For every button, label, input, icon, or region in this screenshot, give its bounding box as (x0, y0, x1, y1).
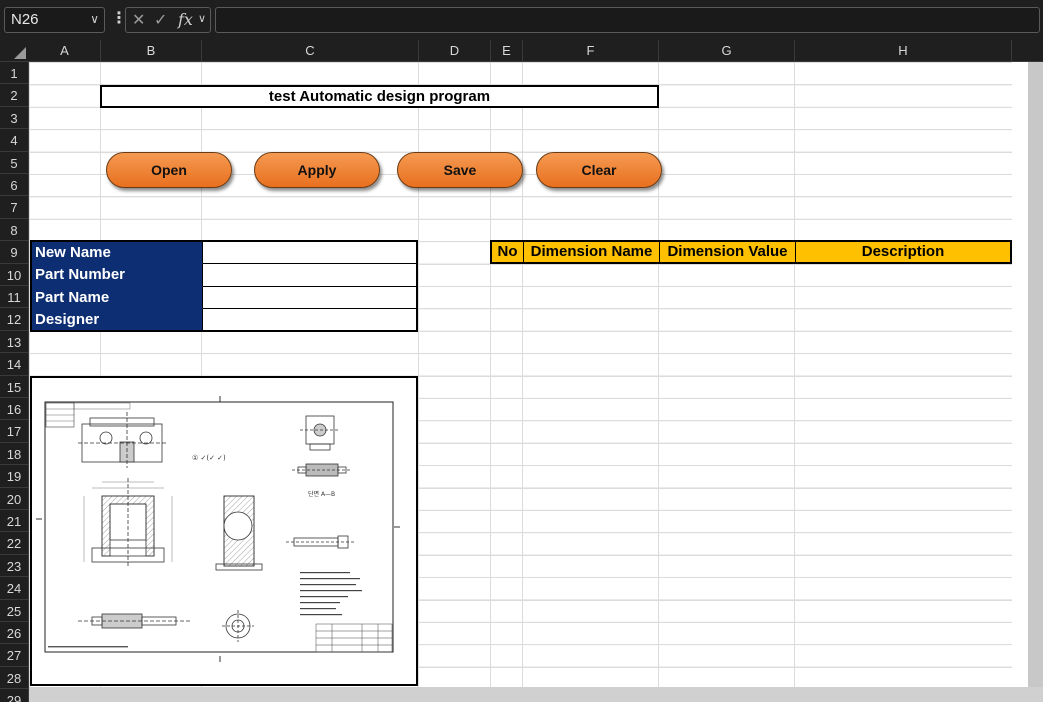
row-header-18[interactable]: 18 (0, 443, 28, 466)
section-label: 단면 A—B (308, 490, 335, 498)
page-title: test Automatic design program (100, 85, 659, 108)
gridline (29, 196, 1012, 198)
clear-button[interactable]: Clear (536, 152, 662, 188)
formula-controls: ✕ ✓ fx ∨ (125, 7, 211, 33)
part-number-label: Part Number (30, 263, 203, 287)
row-header-12[interactable]: 12 (0, 308, 28, 331)
part-name-label: Part Name (30, 285, 203, 309)
column-header-c[interactable]: C (202, 40, 419, 62)
column-header-a[interactable]: A (29, 40, 101, 62)
row-header-26[interactable]: 26 (0, 622, 28, 645)
dimension-table-header: No Dimension Name Dimension Value Descri… (490, 240, 1012, 264)
column-header-dimension-value: Dimension Value (660, 242, 796, 262)
row-headers: 1 2 3 4 5 6 7 8 9 10 11 12 13 14 15 16 17 18 19 20 21 22 23 24 2… (0, 62, 29, 702)
row-header-6[interactable]: 6 (0, 174, 28, 197)
new-name-label: New Name (30, 240, 203, 264)
part-info-table: New Name Part Number Part Name Designer (30, 240, 418, 332)
name-box[interactable]: N26 ∨ (4, 7, 105, 33)
formula-input[interactable] (215, 7, 1040, 33)
row-header-25[interactable]: 25 (0, 600, 28, 622)
row-header-7[interactable]: 7 (0, 196, 28, 219)
vertical-scrollbar[interactable] (1012, 62, 1043, 687)
part-number-field[interactable] (201, 263, 418, 287)
gridline (29, 353, 1012, 355)
row-header-9[interactable]: 9 (0, 241, 28, 264)
formula-bar: N26 ∨ ⋮ ✕ ✓ fx ∨ (0, 0, 1043, 40)
chevron-down-icon[interactable]: ∨ (198, 12, 206, 25)
confirm-icon[interactable]: ✓ (154, 10, 167, 30)
technical-drawing: ① ✓(✓ ✓) 단면 A—B (32, 378, 416, 684)
row-header-28[interactable]: 28 (0, 667, 28, 690)
row-header-17[interactable]: 17 (0, 420, 28, 443)
column-header-f[interactable]: F (523, 40, 659, 62)
function-icon[interactable]: fx (178, 10, 193, 29)
row-header-11[interactable]: 11 (0, 286, 28, 309)
row-header-22[interactable]: 22 (0, 532, 28, 555)
select-all-icon[interactable] (0, 40, 29, 62)
column-header-d[interactable]: D (419, 40, 491, 62)
row-header-15[interactable]: 15 (0, 376, 28, 398)
row-header-10[interactable]: 10 (0, 264, 28, 286)
row-header-23[interactable]: 23 (0, 555, 28, 578)
row-header-21[interactable]: 21 (0, 510, 28, 533)
gridline (29, 129, 1012, 131)
row-header-13[interactable]: 13 (0, 331, 28, 354)
apply-button[interactable]: Apply (254, 152, 380, 188)
worksheet-grid[interactable]: test Automatic design program Open Apply… (29, 62, 1012, 687)
row-header-8[interactable]: 8 (0, 219, 28, 242)
new-name-field[interactable] (201, 240, 418, 264)
chevron-down-icon[interactable]: ∨ (90, 12, 99, 26)
row-header-24[interactable]: 24 (0, 577, 28, 600)
designer-label: Designer (30, 308, 203, 332)
name-box-value: N26 (11, 11, 39, 28)
column-header-dimension-name: Dimension Name (524, 242, 660, 262)
row-header-29[interactable]: 29 (0, 689, 28, 702)
column-headers: A B C D E F G H (0, 40, 1043, 62)
column-header-b[interactable]: B (101, 40, 202, 62)
row-header-3[interactable]: 3 (0, 107, 28, 130)
column-header-description: Description (861, 243, 945, 260)
row-header-4[interactable]: 4 (0, 129, 28, 152)
row-header-19[interactable]: 19 (0, 465, 28, 488)
row-header-5[interactable]: 5 (0, 152, 28, 174)
column-header-no: No (492, 242, 524, 262)
gridline (29, 218, 1012, 220)
column-header-h[interactable]: H (795, 40, 1012, 62)
part-drawing-image[interactable]: ① ✓(✓ ✓) 단면 A—B (30, 376, 418, 686)
row-header-14[interactable]: 14 (0, 353, 28, 376)
open-button[interactable]: Open (106, 152, 232, 188)
row-header-1[interactable]: 1 (0, 62, 28, 85)
column-header-g[interactable]: G (659, 40, 795, 62)
row-header-27[interactable]: 27 (0, 644, 28, 667)
designer-field[interactable] (201, 308, 418, 332)
horizontal-scrollbar[interactable] (29, 687, 1043, 702)
part-name-field[interactable] (201, 285, 418, 309)
row-header-2[interactable]: 2 (0, 84, 28, 107)
row-header-16[interactable]: 16 (0, 398, 28, 421)
save-button[interactable]: Save (397, 152, 523, 188)
svg-text:① ✓(✓ ✓): ① ✓(✓ ✓) (192, 454, 226, 462)
column-header-e[interactable]: E (491, 40, 523, 62)
row-header-20[interactable]: 20 (0, 488, 28, 510)
cancel-icon[interactable]: ✕ (132, 10, 145, 30)
